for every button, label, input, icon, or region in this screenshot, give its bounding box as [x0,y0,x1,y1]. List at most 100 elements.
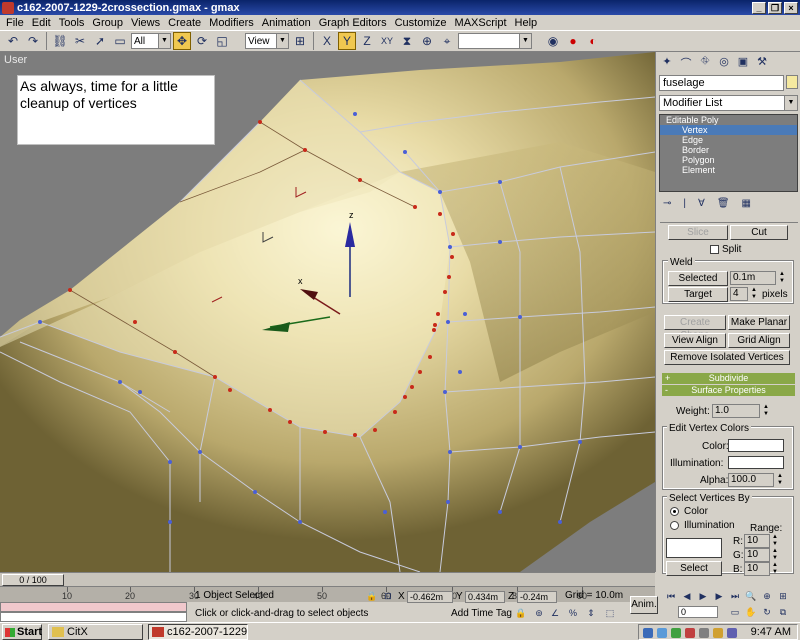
menu-animation[interactable]: Animation [258,17,315,29]
select-by-illumination-radio[interactable] [670,521,679,530]
taskbar-clock[interactable]: 9:47 AM [751,626,791,638]
weld-selected-button[interactable]: Selected [668,271,728,286]
select-and-link-icon[interactable]: ⛓ [51,32,69,50]
close-button[interactable]: × [784,1,798,14]
z-coordinate-field[interactable]: -0.24m [517,591,557,603]
weld-threshold-input[interactable]: 0.1m [730,271,776,285]
stack-item-vertex[interactable]: Vertex [660,125,797,135]
absolute-mode-icon[interactable]: ⊡ [382,590,394,602]
range-g-input[interactable]: 10 [744,548,770,562]
range-r-input[interactable]: 10 [744,534,770,548]
next-frame-icon[interactable]: ▶ [712,590,726,602]
remove-isolated-vertices-button[interactable]: Remove Isolated Vertices [664,350,790,365]
hierarchy-tab-icon[interactable]: ⛗ [697,55,713,69]
menu-help[interactable]: Help [511,17,542,29]
viewport-user[interactable]: z x User As always, time for a little cl… [0,52,655,572]
menu-file[interactable]: File [2,17,28,29]
show-end-result-icon[interactable]: | [683,198,686,212]
view-align-button[interactable]: View Align [664,333,726,348]
command-panel-rollouts[interactable]: Slice Cut Split Weld Selected 0.1m ▲ ▼ Ta… [660,222,798,576]
quick-render-icon[interactable]: ◐ [584,32,602,50]
render-icon[interactable]: ● [564,32,582,50]
align-icon[interactable]: ⊕ [418,32,436,50]
window-crossing-icon[interactable]: ⬚ [603,607,617,619]
menu-group[interactable]: Group [88,17,127,29]
surface-properties-rollout[interactable]: - Surface Properties [662,385,795,396]
spinner-snap-icon[interactable]: ⇕ [584,607,598,619]
snap-toggle-icon[interactable]: ⊚ [532,607,546,619]
menu-create[interactable]: Create [164,17,205,29]
weld-pixels-input[interactable]: 4 [730,287,748,301]
stack-item-edge[interactable]: Edge [660,135,797,145]
x-coordinate-field[interactable]: -0.462m [407,591,453,603]
region-select-icon[interactable]: ▭ [111,32,129,50]
arc-rotate-icon[interactable]: ↻ [760,606,774,618]
pan-icon[interactable]: ✋ [744,606,758,618]
antivirus-icon[interactable] [685,628,695,638]
pin-stack-icon[interactable]: ⊸ [663,198,671,212]
menu-edit[interactable]: Edit [28,17,55,29]
weld-pixels-spinner[interactable]: ▲ ▼ [750,287,758,301]
select-color-swatch[interactable] [666,538,722,558]
redo-icon[interactable]: ↷ [24,32,42,50]
create-shape-button[interactable]: Create Shape [664,315,726,341]
subdivide-rollout[interactable]: + Subdivide [662,373,795,384]
zoom-all-icon[interactable]: ⊕ [760,590,774,602]
restrict-z-button[interactable]: Z [358,32,376,50]
menu-graph-editors[interactable]: Graph Editors [315,17,391,29]
menu-modifiers[interactable]: Modifiers [205,17,258,29]
menu-customize[interactable]: Customize [391,17,451,29]
maxscript-listener-input[interactable] [0,612,187,622]
display-icon[interactable] [727,628,737,638]
object-color-swatch[interactable] [786,75,798,89]
selection-filter-dropdown[interactable]: All ▼ [131,33,171,49]
pivot-center-icon[interactable]: ⊞ [291,32,309,50]
reference-coordinate-dropdown[interactable]: View ▼ [245,33,289,49]
gmax-app-icon[interactable] [2,1,14,14]
go-to-end-icon[interactable]: ⏭ [728,590,742,602]
named-selection-dropdown[interactable]: ▼ [458,33,532,49]
y-coordinate-field[interactable]: 0.434m [465,591,505,603]
undo-icon[interactable]: ↶ [4,32,22,50]
viewport-label[interactable]: User [4,54,27,66]
snap-icon[interactable]: ⌖ [438,32,456,50]
stack-item-border[interactable]: Border [660,145,797,155]
range-b-input[interactable]: 10 [744,562,770,576]
stack-item-polygon[interactable]: Polygon [660,155,797,165]
weight-input[interactable]: 1.0 [712,404,760,418]
play-icon[interactable]: ▶ [696,590,710,602]
menu-maxscript[interactable]: MAXScript [451,17,511,29]
maxscript-listener-output[interactable] [0,602,187,612]
mirror-icon[interactable]: ⧗ [398,32,416,50]
select-object-icon[interactable]: ➚ [91,32,109,50]
maximize-viewport-icon[interactable]: ⧉ [776,606,790,618]
configure-sets-icon[interactable]: ▦ [742,198,751,212]
volume-icon[interactable] [699,628,709,638]
restrict-y-button[interactable]: Y [338,32,356,50]
restore-button[interactable]: ❐ [768,1,782,14]
cut-button[interactable]: Cut [730,225,788,240]
region-zoom-icon[interactable]: ▭ [728,606,742,618]
make-unique-icon[interactable]: ∀ [698,198,705,212]
start-button[interactable]: Start [2,624,42,640]
range-g-spinner[interactable]: ▲ ▼ [771,548,779,562]
vertex-color-swatch[interactable] [728,439,784,452]
taskbar-citx[interactable]: CitX [48,624,143,640]
zoom-extents-icon[interactable]: ⊞ [776,590,790,602]
time-slider-thumb[interactable]: 0 / 100 [2,574,64,586]
previous-frame-icon[interactable]: ◀ [680,590,694,602]
selection-lock-icon[interactable]: 🔒 [514,607,528,619]
object-name-field[interactable]: fuselage [659,75,784,91]
lock-selection-icon[interactable]: 🔒 [366,590,378,602]
update-icon[interactable] [713,628,723,638]
taskbar-gmax[interactable]: c162-2007-1229... [148,624,248,640]
utilities-tab-icon[interactable]: ⚒ [754,55,770,69]
range-r-spinner[interactable]: ▲ ▼ [771,534,779,548]
select-by-vertex-color-button[interactable]: Select [666,561,722,576]
make-planar-button[interactable]: Make Planar [728,315,790,330]
select-by-color-radio[interactable] [670,507,679,516]
minimize-button[interactable]: _ [752,1,766,14]
display-tab-icon[interactable]: ▣ [735,55,751,69]
vertex-alpha-spinner[interactable]: ▲ ▼ [776,473,784,487]
current-frame-field[interactable]: 0 [678,606,718,618]
